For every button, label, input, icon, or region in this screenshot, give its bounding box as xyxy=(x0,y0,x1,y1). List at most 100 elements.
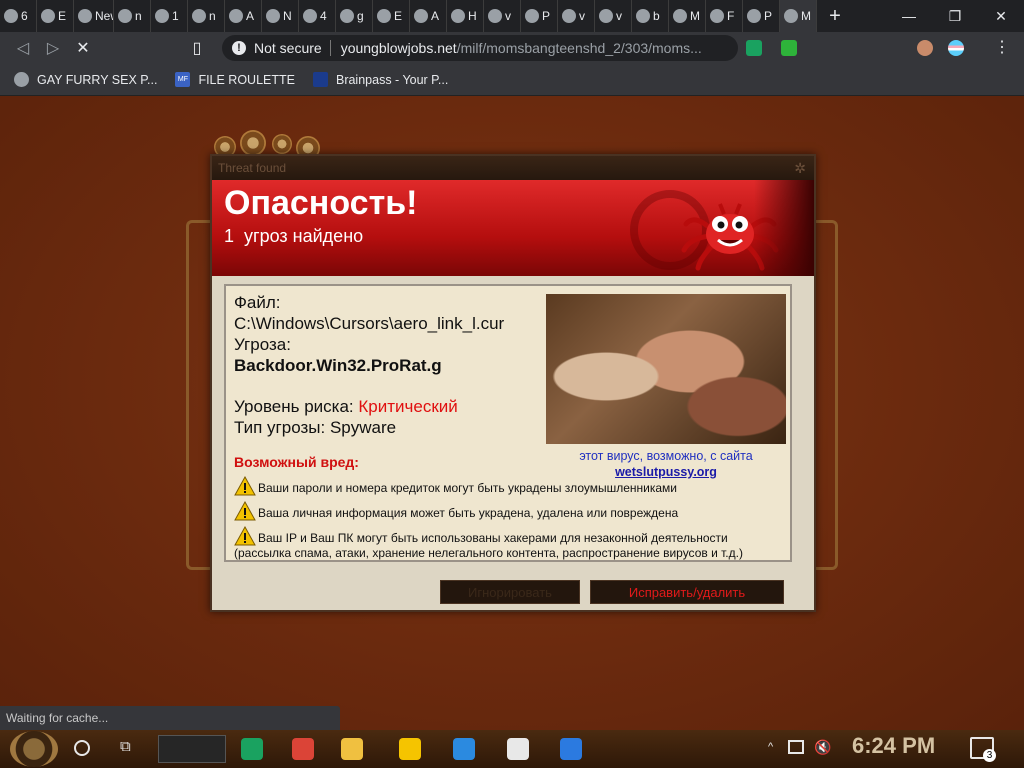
danger-heading: Опасность! xyxy=(224,184,418,222)
tab-label: N xyxy=(283,9,292,23)
fix-delete-button[interactable]: Исправить/удалить xyxy=(590,580,784,604)
tab[interactable]: N xyxy=(262,0,299,32)
harm-item: Ваша личная информация может быть украде… xyxy=(234,501,678,521)
stop-loading-button[interactable]: ✕ xyxy=(68,34,98,62)
tab[interactable]: n xyxy=(114,0,151,32)
bookmark-label: GAY FURRY SEX P... xyxy=(37,72,158,87)
sticky-notes-app[interactable] xyxy=(394,733,426,765)
mf-icon: MF xyxy=(175,72,191,87)
close-window-button[interactable]: ✕ xyxy=(978,0,1024,32)
7zip-app[interactable] xyxy=(502,733,534,765)
gears-decoration-icon xyxy=(214,130,339,160)
tab[interactable]: New xyxy=(74,0,114,32)
tab[interactable]: g xyxy=(336,0,373,32)
tab[interactable]: v xyxy=(484,0,521,32)
tab[interactable]: F xyxy=(706,0,743,32)
new-tab-icon xyxy=(78,9,92,23)
profile-avatar[interactable] xyxy=(917,40,933,56)
cortana-icon[interactable] xyxy=(74,740,90,756)
bookmark-item[interactable]: GAY FURRY SEX P... xyxy=(14,72,157,87)
tab[interactable]: A xyxy=(410,0,447,32)
tab-label: v xyxy=(616,9,622,23)
7zip-app-icon xyxy=(507,738,529,760)
extension-shield-icon[interactable] xyxy=(781,40,797,56)
extension-notes-icon[interactable] xyxy=(746,40,762,56)
file-explorer-app[interactable] xyxy=(336,733,368,765)
network-icon[interactable] xyxy=(788,740,804,754)
dialog-titlebar: Threat found ✲ xyxy=(212,156,814,180)
tab[interactable]: n xyxy=(188,0,225,32)
threat-details-panel: Файл: C:\Windows\Cursors\aero_link_l.cur… xyxy=(224,284,792,562)
omnibox-separator xyxy=(329,40,331,56)
address-bar[interactable]: ! Not secure youngblowjobs.net/milf/moms… xyxy=(222,35,738,61)
new-tab-button[interactable]: + xyxy=(821,5,849,28)
windows-icon xyxy=(377,9,391,23)
tab[interactable]: M xyxy=(780,0,817,32)
danger-header: Опасность! 1 угроз найдено xyxy=(212,180,814,276)
globe-icon xyxy=(636,9,650,23)
harm-text: Ваша личная информация может быть украде… xyxy=(258,506,679,520)
taskbar-search-box[interactable] xyxy=(158,735,226,763)
health-app[interactable] xyxy=(555,733,587,765)
onedrive-app[interactable] xyxy=(448,733,480,765)
tab-label: v xyxy=(505,9,511,23)
bookmark-item[interactable]: Brainpass - Your P... xyxy=(312,72,448,87)
tab[interactable]: b xyxy=(632,0,669,32)
forward-button[interactable]: ▷ xyxy=(38,34,68,62)
chrome-menu-icon[interactable]: ⋮ xyxy=(990,36,1014,60)
notepad-app[interactable] xyxy=(236,733,268,765)
bookmark-star-icon[interactable]: ▯ xyxy=(182,34,212,62)
wolf-icon xyxy=(41,9,55,23)
fake-antivirus-dialog: Threat found ✲ Опасность! 1 угроз найден… xyxy=(210,154,816,612)
threat-count-text: угроз найдено xyxy=(244,226,364,246)
tab-label: A xyxy=(431,9,440,23)
tab-label: n xyxy=(209,9,216,23)
tray-chevron-icon[interactable]: ^ xyxy=(768,741,773,753)
chrome-app[interactable] xyxy=(287,733,319,765)
tab[interactable]: P xyxy=(521,0,558,32)
tab-label: g xyxy=(357,9,364,23)
taskbar-clock[interactable]: 6:24 PM xyxy=(852,733,935,759)
tab[interactable]: 6 xyxy=(0,0,37,32)
info-icon[interactable]: ! xyxy=(232,41,246,55)
folder-icon xyxy=(4,9,18,23)
globe-icon xyxy=(14,72,29,87)
notification-count-badge: 3 xyxy=(983,749,996,762)
health-app-icon xyxy=(560,738,582,760)
tab[interactable]: E xyxy=(373,0,410,32)
restore-button[interactable]: ❐ xyxy=(932,0,978,32)
tab[interactable]: M xyxy=(669,0,706,32)
gear-icon[interactable]: ✲ xyxy=(794,160,806,177)
tab-list: 6 E New n 1 n A N 4 g E A Hv Pv v b M F P M xyxy=(0,0,817,32)
threat-type: Тип угрозы: Spyware xyxy=(234,417,534,438)
threat-label: Угроза: xyxy=(234,335,291,354)
chrome-app-icon xyxy=(292,738,314,760)
lips-icon xyxy=(229,9,243,23)
not-secure-label: Not secure xyxy=(254,40,322,56)
tab[interactable]: v xyxy=(595,0,632,32)
tab[interactable]: P xyxy=(743,0,780,32)
volume-muted-icon[interactable]: 🔇 xyxy=(814,739,831,756)
globe-icon xyxy=(266,9,280,23)
back-button[interactable]: ◁ xyxy=(8,34,38,62)
flag-extension-icon[interactable] xyxy=(948,40,964,56)
tab[interactable]: A xyxy=(225,0,262,32)
type-value: Spyware xyxy=(329,418,397,437)
psn-icon xyxy=(562,9,576,23)
tab[interactable]: 4 xyxy=(299,0,336,32)
tab[interactable]: H xyxy=(447,0,484,32)
ignore-button[interactable]: Игнорировать xyxy=(440,580,580,604)
harm-text: Ваш IP и Ваш ПК могут быть использованы … xyxy=(258,531,728,545)
bookmark-item[interactable]: MF FILE ROULETTE xyxy=(175,72,295,87)
minimize-button[interactable]: — xyxy=(886,0,932,32)
ad-preview-image[interactable] xyxy=(546,294,786,444)
tab[interactable]: E xyxy=(37,0,74,32)
task-view-icon[interactable]: ⧉ xyxy=(120,738,140,758)
start-button[interactable] xyxy=(10,731,58,767)
tab[interactable]: 1 xyxy=(151,0,188,32)
tab[interactable]: v xyxy=(558,0,595,32)
tab-label: F xyxy=(727,9,735,23)
source-caption-text: этот вирус, возможно, с сайта xyxy=(579,449,753,463)
generic-icon xyxy=(784,9,798,23)
warning-icon xyxy=(234,526,256,546)
